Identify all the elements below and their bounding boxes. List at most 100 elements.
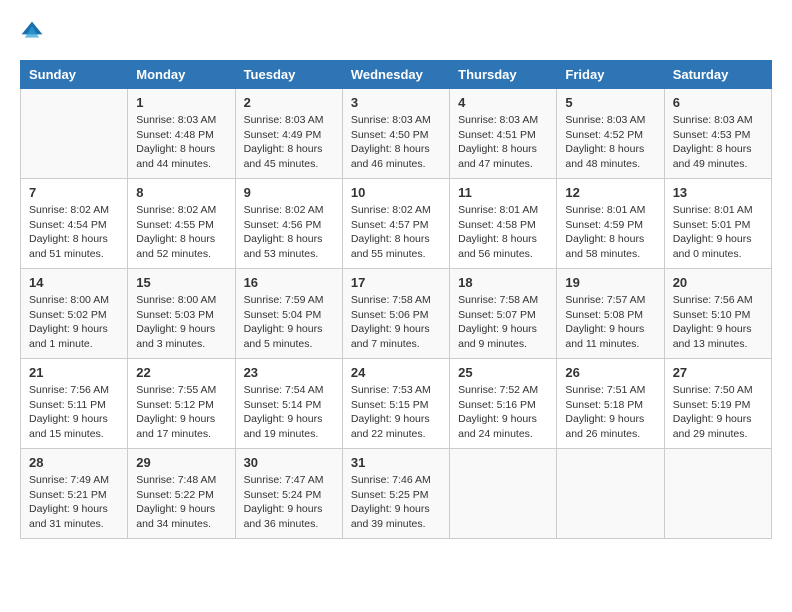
- calendar-cell: 13 Sunrise: 8:01 AMSunset: 5:01 PMDayligh…: [664, 179, 771, 269]
- day-info: Sunrise: 8:01 AMSunset: 5:01 PMDaylight:…: [673, 203, 763, 262]
- day-info: Sunrise: 8:03 AMSunset: 4:53 PMDaylight:…: [673, 113, 763, 172]
- day-number: 17: [351, 275, 441, 290]
- calendar-table: SundayMondayTuesdayWednesdayThursdayFrid…: [20, 60, 772, 539]
- calendar-cell: 7 Sunrise: 8:02 AMSunset: 4:54 PMDaylight…: [21, 179, 128, 269]
- weekday-header-wednesday: Wednesday: [342, 61, 449, 89]
- day-info: Sunrise: 7:56 AMSunset: 5:11 PMDaylight:…: [29, 383, 119, 442]
- day-info: Sunrise: 8:02 AMSunset: 4:56 PMDaylight:…: [244, 203, 334, 262]
- calendar-cell: 6Sunrise: 8:03 AMSunset: 4:53 PMDaylight…: [664, 89, 771, 179]
- calendar-cell: 26 Sunrise: 7:51 AMSunset: 5:18 PMDayligh…: [557, 359, 664, 449]
- weekday-header-thursday: Thursday: [450, 61, 557, 89]
- calendar-cell: 23 Sunrise: 7:54 AMSunset: 5:14 PMDayligh…: [235, 359, 342, 449]
- day-number: 22: [136, 365, 226, 380]
- calendar-cell: 8Sunrise: 8:02 AMSunset: 4:55 PMDaylight…: [128, 179, 235, 269]
- day-number: 10: [351, 185, 441, 200]
- day-info: Sunrise: 8:00 AMSunset: 5:02 PMDaylight:…: [29, 293, 119, 352]
- day-number: 25: [458, 365, 548, 380]
- day-info: Sunrise: 7:52 AMSunset: 5:16 PMDaylight:…: [458, 383, 548, 442]
- weekday-header-tuesday: Tuesday: [235, 61, 342, 89]
- calendar-cell: 27Sunrise: 7:50 AMSunset: 5:19 PMDayligh…: [664, 359, 771, 449]
- calendar-cell: 4Sunrise: 8:03 AMSunset: 4:51 PMDaylight…: [450, 89, 557, 179]
- day-info: Sunrise: 8:03 AMSunset: 4:48 PMDaylight:…: [136, 113, 226, 172]
- day-info: Sunrise: 7:49 AMSunset: 5:21 PMDaylight:…: [29, 473, 119, 532]
- day-info: Sunrise: 7:46 AMSunset: 5:25 PMDaylight:…: [351, 473, 441, 532]
- calendar-cell: [664, 449, 771, 539]
- day-number: 7: [29, 185, 119, 200]
- day-number: 2: [244, 95, 334, 110]
- day-info: Sunrise: 7:58 AMSunset: 5:07 PMDaylight:…: [458, 293, 548, 352]
- day-number: 23: [244, 365, 334, 380]
- calendar-cell: 5 Sunrise: 8:03 AMSunset: 4:52 PMDaylight…: [557, 89, 664, 179]
- day-info: Sunrise: 8:02 AMSunset: 4:54 PMDaylight:…: [29, 203, 119, 262]
- logo-icon: [20, 20, 44, 44]
- weekday-header-sunday: Sunday: [21, 61, 128, 89]
- weekday-header-saturday: Saturday: [664, 61, 771, 89]
- day-number: 4: [458, 95, 548, 110]
- day-number: 18: [458, 275, 548, 290]
- week-row-1: 1 Sunrise: 8:03 AMSunset: 4:48 PMDaylight…: [21, 89, 772, 179]
- day-info: Sunrise: 7:51 AMSunset: 5:18 PMDaylight:…: [565, 383, 655, 442]
- calendar-cell: 9 Sunrise: 8:02 AMSunset: 4:56 PMDaylight…: [235, 179, 342, 269]
- calendar-cell: 3 Sunrise: 8:03 AMSunset: 4:50 PMDaylight…: [342, 89, 449, 179]
- day-info: Sunrise: 8:01 AMSunset: 4:58 PMDaylight:…: [458, 203, 548, 262]
- day-info: Sunrise: 8:00 AMSunset: 5:03 PMDaylight:…: [136, 293, 226, 352]
- calendar-cell: 12 Sunrise: 8:01 AMSunset: 4:59 PMDayligh…: [557, 179, 664, 269]
- weekday-header-friday: Friday: [557, 61, 664, 89]
- day-info: Sunrise: 7:48 AMSunset: 5:22 PMDaylight:…: [136, 473, 226, 532]
- calendar-cell: 16Sunrise: 7:59 AMSunset: 5:04 PMDayligh…: [235, 269, 342, 359]
- logo: [20, 20, 48, 44]
- day-info: Sunrise: 8:03 AMSunset: 4:52 PMDaylight:…: [565, 113, 655, 172]
- calendar-cell: 14Sunrise: 8:00 AMSunset: 5:02 PMDayligh…: [21, 269, 128, 359]
- day-info: Sunrise: 7:59 AMSunset: 5:04 PMDaylight:…: [244, 293, 334, 352]
- day-number: 12: [565, 185, 655, 200]
- calendar-cell: 11 Sunrise: 8:01 AMSunset: 4:58 PMDayligh…: [450, 179, 557, 269]
- weekday-header-row: SundayMondayTuesdayWednesdayThursdayFrid…: [21, 61, 772, 89]
- day-info: Sunrise: 7:55 AMSunset: 5:12 PMDaylight:…: [136, 383, 226, 442]
- calendar-cell: 2Sunrise: 8:03 AMSunset: 4:49 PMDaylight…: [235, 89, 342, 179]
- week-row-3: 14Sunrise: 8:00 AMSunset: 5:02 PMDayligh…: [21, 269, 772, 359]
- calendar-cell: [450, 449, 557, 539]
- day-number: 8: [136, 185, 226, 200]
- week-row-5: 28 Sunrise: 7:49 AMSunset: 5:21 PMDayligh…: [21, 449, 772, 539]
- calendar-cell: 24 Sunrise: 7:53 AMSunset: 5:15 PMDayligh…: [342, 359, 449, 449]
- day-number: 19: [565, 275, 655, 290]
- day-info: Sunrise: 8:02 AMSunset: 4:57 PMDaylight:…: [351, 203, 441, 262]
- calendar-cell: 17 Sunrise: 7:58 AMSunset: 5:06 PMDayligh…: [342, 269, 449, 359]
- week-row-2: 7 Sunrise: 8:02 AMSunset: 4:54 PMDaylight…: [21, 179, 772, 269]
- day-number: 11: [458, 185, 548, 200]
- calendar-cell: 1 Sunrise: 8:03 AMSunset: 4:48 PMDaylight…: [128, 89, 235, 179]
- week-row-4: 21 Sunrise: 7:56 AMSunset: 5:11 PMDayligh…: [21, 359, 772, 449]
- day-number: 26: [565, 365, 655, 380]
- calendar-cell: 30Sunrise: 7:47 AMSunset: 5:24 PMDayligh…: [235, 449, 342, 539]
- day-number: 13: [673, 185, 763, 200]
- calendar-cell: 10 Sunrise: 8:02 AMSunset: 4:57 PMDayligh…: [342, 179, 449, 269]
- day-number: 3: [351, 95, 441, 110]
- day-number: 31: [351, 455, 441, 470]
- day-number: 1: [136, 95, 226, 110]
- day-number: 9: [244, 185, 334, 200]
- calendar-cell: 28 Sunrise: 7:49 AMSunset: 5:21 PMDayligh…: [21, 449, 128, 539]
- weekday-header-monday: Monday: [128, 61, 235, 89]
- calendar-cell: 19 Sunrise: 7:57 AMSunset: 5:08 PMDayligh…: [557, 269, 664, 359]
- day-number: 28: [29, 455, 119, 470]
- day-info: Sunrise: 7:50 AMSunset: 5:19 PMDaylight:…: [673, 383, 763, 442]
- day-info: Sunrise: 8:03 AMSunset: 4:50 PMDaylight:…: [351, 113, 441, 172]
- day-number: 5: [565, 95, 655, 110]
- calendar-cell: 29 Sunrise: 7:48 AMSunset: 5:22 PMDayligh…: [128, 449, 235, 539]
- day-info: Sunrise: 7:57 AMSunset: 5:08 PMDaylight:…: [565, 293, 655, 352]
- day-number: 20: [673, 275, 763, 290]
- calendar-cell: [21, 89, 128, 179]
- day-info: Sunrise: 7:53 AMSunset: 5:15 PMDaylight:…: [351, 383, 441, 442]
- day-info: Sunrise: 8:01 AMSunset: 4:59 PMDaylight:…: [565, 203, 655, 262]
- day-number: 24: [351, 365, 441, 380]
- day-number: 29: [136, 455, 226, 470]
- day-number: 21: [29, 365, 119, 380]
- day-info: Sunrise: 7:56 AMSunset: 5:10 PMDaylight:…: [673, 293, 763, 352]
- day-info: Sunrise: 7:58 AMSunset: 5:06 PMDaylight:…: [351, 293, 441, 352]
- calendar-cell: 25 Sunrise: 7:52 AMSunset: 5:16 PMDayligh…: [450, 359, 557, 449]
- day-info: Sunrise: 7:54 AMSunset: 5:14 PMDaylight:…: [244, 383, 334, 442]
- page-header: [20, 20, 772, 44]
- calendar-cell: 20 Sunrise: 7:56 AMSunset: 5:10 PMDayligh…: [664, 269, 771, 359]
- day-info: Sunrise: 7:47 AMSunset: 5:24 PMDaylight:…: [244, 473, 334, 532]
- calendar-cell: 22 Sunrise: 7:55 AMSunset: 5:12 PMDayligh…: [128, 359, 235, 449]
